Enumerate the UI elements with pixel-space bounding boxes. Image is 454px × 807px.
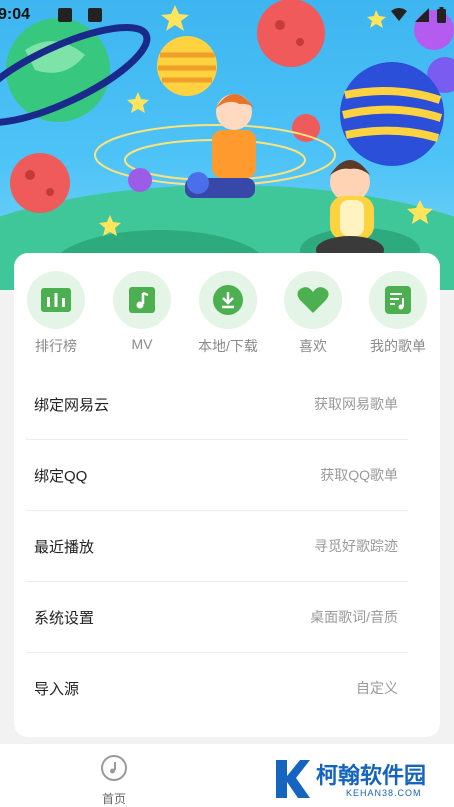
heart-icon-circle — [284, 271, 342, 329]
menu-item-bind-qq[interactable]: 绑定QQ 获取QQ歌单 — [26, 440, 408, 511]
menu-item-title: 绑定网易云 — [34, 396, 110, 414]
quick-action-label: 我的歌单 — [370, 338, 426, 354]
menu-item-title: 最近播放 — [34, 538, 95, 556]
menu-item-system-settings[interactable]: 系统设置 桌面歌词/音质 — [26, 582, 408, 653]
quick-action-label: 本地/下载 — [198, 338, 258, 354]
quick-action-label: 喜欢 — [299, 338, 327, 354]
ranking-icon-circle — [27, 271, 85, 329]
menu-item-import-source[interactable]: 导入源 自定义 — [26, 653, 408, 723]
playlist-icon — [385, 286, 411, 314]
tab-home[interactable]: 首页 — [92, 754, 136, 807]
quick-action-my-playlists[interactable]: 我的歌单 — [355, 271, 441, 356]
menu-item-recent-plays[interactable]: 最近播放 寻觅好歌踪迹 — [26, 511, 408, 582]
tab-home-label: 首页 — [101, 792, 126, 806]
quick-action-label: MV — [131, 336, 153, 352]
space-planets-illustration — [0, 0, 454, 290]
menu-item-title: 系统设置 — [34, 609, 95, 627]
settings-list: 绑定网易云 获取网易歌单 绑定QQ 获取QQ歌单 最近播放 寻觅好歌踪迹 系统设… — [26, 369, 408, 723]
battery-icon — [437, 7, 446, 23]
menu-item-hint: 桌面歌词/音质 — [310, 609, 398, 625]
status-time: 9:04 — [0, 6, 31, 23]
quick-action-favorites[interactable]: 喜欢 — [270, 271, 356, 356]
music-note-icon — [129, 287, 155, 313]
watermark: 柯翰软件园 KEHAN38.COM — [274, 758, 450, 800]
watermark-logo-icon — [276, 760, 310, 798]
download-icon — [213, 285, 243, 315]
header-illustration: 9:04 — [0, 0, 454, 290]
quick-action-ranking[interactable]: 排行榜 — [13, 271, 99, 356]
menu-item-hint: 获取网易歌单 — [314, 396, 398, 412]
wifi-icon — [391, 8, 407, 21]
menu-item-title: 导入源 — [34, 680, 80, 698]
quick-action-mv[interactable]: MV — [99, 271, 185, 352]
menu-item-title: 绑定QQ — [34, 467, 88, 485]
playlist-icon-circle — [369, 271, 427, 329]
watermark-url: KEHAN38.COM — [346, 788, 422, 798]
quick-action-local-download[interactable]: 本地/下载 — [185, 271, 271, 356]
watermark-name: 柯翰软件园 — [316, 764, 427, 789]
cell-signal-icon — [415, 8, 429, 22]
quick-actions: 排行榜 MV 本地/下载 喜欢 我的歌单 — [14, 271, 440, 361]
profile-card: 排行榜 MV 本地/下载 喜欢 我的歌单 绑定网易云 获取网易歌单 绑定QQ 获… — [14, 253, 440, 737]
music-disc-icon — [101, 755, 127, 781]
notification-icon — [58, 8, 72, 22]
menu-item-bind-netease[interactable]: 绑定网易云 获取网易歌单 — [26, 369, 408, 440]
chart-bars-icon — [41, 288, 71, 312]
quick-action-label: 排行榜 — [35, 338, 77, 354]
menu-item-hint: 自定义 — [356, 680, 398, 696]
heart-icon — [297, 287, 329, 313]
mv-icon-circle — [113, 271, 171, 329]
status-bar: 9:04 — [0, 0, 454, 30]
download-icon-circle — [199, 271, 257, 329]
menu-item-hint: 寻觅好歌踪迹 — [314, 538, 398, 554]
menu-item-hint: 获取QQ歌单 — [320, 467, 398, 483]
sim-card-icon — [88, 8, 102, 22]
